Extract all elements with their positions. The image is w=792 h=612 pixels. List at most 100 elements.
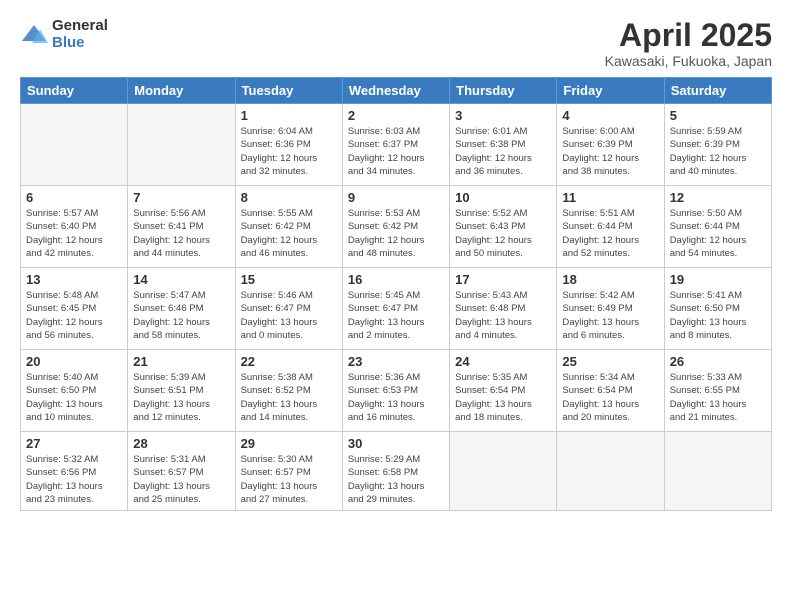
day-info: Sunrise: 5:42 AM Sunset: 6:49 PM Dayligh… — [562, 289, 658, 342]
calendar-cell: 6 Sunrise: 5:57 AM Sunset: 6:40 PM Daylig… — [21, 186, 128, 268]
day-info: Sunrise: 5:47 AM Sunset: 6:46 PM Dayligh… — [133, 289, 229, 342]
calendar-cell: 30 Sunrise: 5:29 AM Sunset: 6:58 PM Dayli… — [342, 432, 449, 511]
day-info: Sunrise: 5:29 AM Sunset: 6:58 PM Dayligh… — [348, 453, 444, 506]
weekday-header-row: SundayMondayTuesdayWednesdayThursdayFrid… — [21, 78, 772, 104]
day-info: Sunrise: 5:33 AM Sunset: 6:55 PM Dayligh… — [670, 371, 766, 424]
calendar-cell: 9 Sunrise: 5:53 AM Sunset: 6:42 PM Daylig… — [342, 186, 449, 268]
week-row-4: 20Sunrise: 5:40 AM Sunset: 6:50 PM Dayli… — [21, 350, 772, 432]
calendar-cell — [128, 104, 235, 186]
calendar-cell: 19 Sunrise: 5:41 AM Sunset: 6:50 PM Dayli… — [664, 268, 771, 350]
calendar-cell: 4Sunrise: 6:00 AM Sunset: 6:39 PM Daylig… — [557, 104, 664, 186]
day-info: Sunrise: 5:55 AM Sunset: 6:42 PM Dayligh… — [241, 207, 337, 260]
week-row-2: 6 Sunrise: 5:57 AM Sunset: 6:40 PM Daylig… — [21, 186, 772, 268]
weekday-header-friday: Friday — [557, 78, 664, 104]
day-info: Sunrise: 5:30 AM Sunset: 6:57 PM Dayligh… — [241, 453, 337, 506]
day-info: Sunrise: 5:38 AM Sunset: 6:52 PM Dayligh… — [241, 371, 337, 424]
day-number: 21 — [133, 354, 229, 369]
day-info: Sunrise: 5:34 AM Sunset: 6:54 PM Dayligh… — [562, 371, 658, 424]
weekday-header-wednesday: Wednesday — [342, 78, 449, 104]
calendar-cell: 20Sunrise: 5:40 AM Sunset: 6:50 PM Dayli… — [21, 350, 128, 432]
calendar-cell: 25 Sunrise: 5:34 AM Sunset: 6:54 PM Dayli… — [557, 350, 664, 432]
logo-general-label: General — [52, 18, 108, 35]
calendar-cell: 17 Sunrise: 5:43 AM Sunset: 6:48 PM Dayli… — [450, 268, 557, 350]
day-number: 16 — [348, 272, 444, 287]
day-number: 28 — [133, 436, 229, 451]
main-title: April 2025 — [605, 18, 772, 53]
day-number: 19 — [670, 272, 766, 287]
day-number: 23 — [348, 354, 444, 369]
day-number: 13 — [26, 272, 122, 287]
day-number: 30 — [348, 436, 444, 451]
calendar-cell: 16 Sunrise: 5:45 AM Sunset: 6:47 PM Dayli… — [342, 268, 449, 350]
calendar-cell: 14Sunrise: 5:47 AM Sunset: 6:46 PM Dayli… — [128, 268, 235, 350]
day-number: 10 — [455, 190, 551, 205]
week-row-3: 13 Sunrise: 5:48 AM Sunset: 6:45 PM Dayli… — [21, 268, 772, 350]
calendar-cell: 7Sunrise: 5:56 AM Sunset: 6:41 PM Daylig… — [128, 186, 235, 268]
calendar-cell: 23 Sunrise: 5:36 AM Sunset: 6:53 PM Dayli… — [342, 350, 449, 432]
logo: General Blue — [20, 18, 108, 51]
day-number: 18 — [562, 272, 658, 287]
calendar-cell: 11Sunrise: 5:51 AM Sunset: 6:44 PM Dayli… — [557, 186, 664, 268]
calendar-cell: 26 Sunrise: 5:33 AM Sunset: 6:55 PM Dayli… — [664, 350, 771, 432]
day-info: Sunrise: 6:03 AM Sunset: 6:37 PM Dayligh… — [348, 125, 444, 178]
weekday-header-monday: Monday — [128, 78, 235, 104]
weekday-header-tuesday: Tuesday — [235, 78, 342, 104]
calendar-cell — [450, 432, 557, 511]
subtitle: Kawasaki, Fukuoka, Japan — [605, 53, 772, 69]
day-number: 4 — [562, 108, 658, 123]
week-row-5: 27 Sunrise: 5:32 AM Sunset: 6:56 PM Dayli… — [21, 432, 772, 511]
day-info: Sunrise: 5:48 AM Sunset: 6:45 PM Dayligh… — [26, 289, 122, 342]
calendar-cell: 15Sunrise: 5:46 AM Sunset: 6:47 PM Dayli… — [235, 268, 342, 350]
calendar-cell: 21 Sunrise: 5:39 AM Sunset: 6:51 PM Dayli… — [128, 350, 235, 432]
day-info: Sunrise: 5:57 AM Sunset: 6:40 PM Dayligh… — [26, 207, 122, 260]
calendar-cell: 12 Sunrise: 5:50 AM Sunset: 6:44 PM Dayli… — [664, 186, 771, 268]
weekday-header-thursday: Thursday — [450, 78, 557, 104]
day-number: 2 — [348, 108, 444, 123]
day-info: Sunrise: 6:01 AM Sunset: 6:38 PM Dayligh… — [455, 125, 551, 178]
calendar-cell: 24Sunrise: 5:35 AM Sunset: 6:54 PM Dayli… — [450, 350, 557, 432]
calendar-cell — [664, 432, 771, 511]
day-number: 12 — [670, 190, 766, 205]
day-info: Sunrise: 5:59 AM Sunset: 6:39 PM Dayligh… — [670, 125, 766, 178]
day-number: 26 — [670, 354, 766, 369]
logo-icon — [20, 21, 48, 49]
day-info: Sunrise: 5:56 AM Sunset: 6:41 PM Dayligh… — [133, 207, 229, 260]
day-number: 9 — [348, 190, 444, 205]
day-number: 27 — [26, 436, 122, 451]
calendar-cell: 22 Sunrise: 5:38 AM Sunset: 6:52 PM Dayli… — [235, 350, 342, 432]
day-info: Sunrise: 5:40 AM Sunset: 6:50 PM Dayligh… — [26, 371, 122, 424]
calendar-cell: 10 Sunrise: 5:52 AM Sunset: 6:43 PM Dayli… — [450, 186, 557, 268]
day-info: Sunrise: 5:50 AM Sunset: 6:44 PM Dayligh… — [670, 207, 766, 260]
day-info: Sunrise: 5:45 AM Sunset: 6:47 PM Dayligh… — [348, 289, 444, 342]
day-info: Sunrise: 5:52 AM Sunset: 6:43 PM Dayligh… — [455, 207, 551, 260]
day-info: Sunrise: 5:51 AM Sunset: 6:44 PM Dayligh… — [562, 207, 658, 260]
day-number: 25 — [562, 354, 658, 369]
day-number: 5 — [670, 108, 766, 123]
day-info: Sunrise: 5:41 AM Sunset: 6:50 PM Dayligh… — [670, 289, 766, 342]
day-info: Sunrise: 5:39 AM Sunset: 6:51 PM Dayligh… — [133, 371, 229, 424]
calendar: SundayMondayTuesdayWednesdayThursdayFrid… — [20, 77, 772, 511]
day-number: 22 — [241, 354, 337, 369]
calendar-cell: 27 Sunrise: 5:32 AM Sunset: 6:56 PM Dayli… — [21, 432, 128, 511]
day-info: Sunrise: 5:35 AM Sunset: 6:54 PM Dayligh… — [455, 371, 551, 424]
day-info: Sunrise: 5:43 AM Sunset: 6:48 PM Dayligh… — [455, 289, 551, 342]
calendar-cell: 28 Sunrise: 5:31 AM Sunset: 6:57 PM Dayli… — [128, 432, 235, 511]
day-info: Sunrise: 5:46 AM Sunset: 6:47 PM Dayligh… — [241, 289, 337, 342]
header: General Blue April 2025 Kawasaki, Fukuok… — [20, 18, 772, 69]
title-block: April 2025 Kawasaki, Fukuoka, Japan — [605, 18, 772, 69]
page: General Blue April 2025 Kawasaki, Fukuok… — [0, 0, 792, 612]
weekday-header-saturday: Saturday — [664, 78, 771, 104]
day-info: Sunrise: 5:36 AM Sunset: 6:53 PM Dayligh… — [348, 371, 444, 424]
day-info: Sunrise: 5:53 AM Sunset: 6:42 PM Dayligh… — [348, 207, 444, 260]
day-info: Sunrise: 5:32 AM Sunset: 6:56 PM Dayligh… — [26, 453, 122, 506]
calendar-cell: 2 Sunrise: 6:03 AM Sunset: 6:37 PM Daylig… — [342, 104, 449, 186]
calendar-cell: 18 Sunrise: 5:42 AM Sunset: 6:49 PM Dayli… — [557, 268, 664, 350]
calendar-cell: 8Sunrise: 5:55 AM Sunset: 6:42 PM Daylig… — [235, 186, 342, 268]
day-info: Sunrise: 5:31 AM Sunset: 6:57 PM Dayligh… — [133, 453, 229, 506]
day-number: 6 — [26, 190, 122, 205]
calendar-cell: 5 Sunrise: 5:59 AM Sunset: 6:39 PM Daylig… — [664, 104, 771, 186]
week-row-1: 1Sunrise: 6:04 AM Sunset: 6:36 PM Daylig… — [21, 104, 772, 186]
calendar-cell: 29Sunrise: 5:30 AM Sunset: 6:57 PM Dayli… — [235, 432, 342, 511]
day-number: 17 — [455, 272, 551, 287]
logo-blue-label: Blue — [52, 35, 108, 52]
